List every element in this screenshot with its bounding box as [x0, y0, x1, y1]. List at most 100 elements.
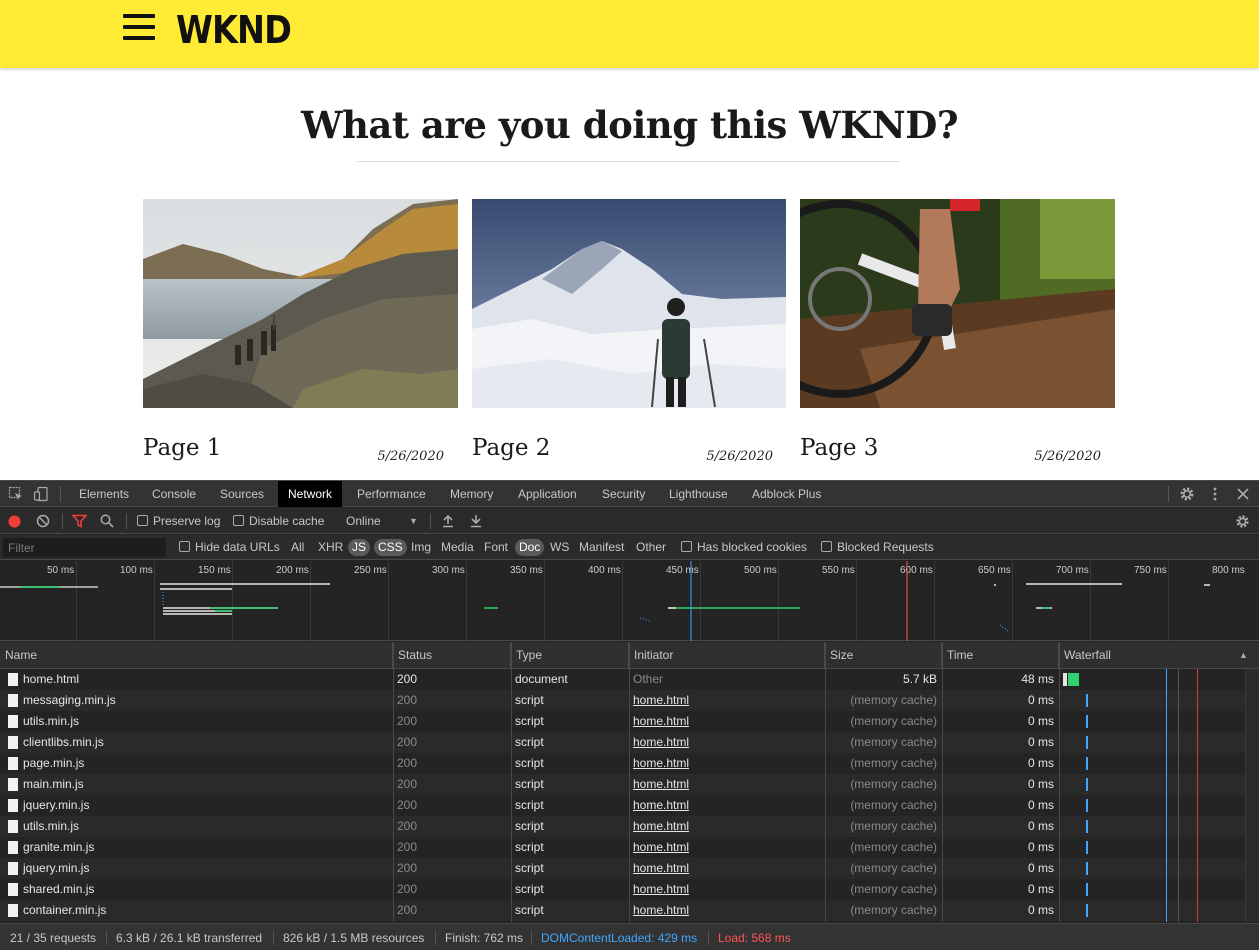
- has-blocked-cookies-checkbox[interactable]: Has blocked cookies: [681, 535, 807, 560]
- file-icon: [8, 841, 18, 854]
- menu-icon[interactable]: [123, 14, 155, 40]
- type-filter-ws[interactable]: WS: [546, 539, 573, 556]
- device-toolbar-icon[interactable]: [33, 486, 49, 502]
- request-name[interactable]: messaging.min.js: [23, 690, 116, 711]
- export-har-icon[interactable]: [470, 514, 482, 528]
- throttling-value: Online: [346, 514, 381, 528]
- column-header-size[interactable]: Size: [825, 642, 942, 669]
- disable-cache-checkbox[interactable]: Disable cache: [233, 508, 324, 534]
- site-logo[interactable]: WKND: [176, 8, 292, 52]
- tab-application[interactable]: Application: [508, 481, 587, 507]
- has-blocked-cookies-label: Has blocked cookies: [697, 540, 808, 554]
- throttling-select[interactable]: Online ▼: [346, 508, 418, 534]
- requests-scrollbar[interactable]: [1245, 669, 1259, 922]
- card-page-2[interactable]: Page 2 5/26/2020: [472, 199, 787, 464]
- request-name[interactable]: utils.min.js: [23, 816, 79, 837]
- file-icon: [8, 904, 18, 917]
- type-filter-font[interactable]: Font: [480, 539, 512, 556]
- request-initiator[interactable]: home.html: [633, 879, 689, 900]
- card-title[interactable]: Page 1: [143, 435, 221, 461]
- card-title[interactable]: Page 3: [800, 435, 878, 461]
- card-page-1[interactable]: Page 1 5/26/2020: [143, 199, 458, 464]
- card-page-3[interactable]: Page 3 5/26/2020: [800, 199, 1115, 464]
- request-name[interactable]: jquery.min.js: [23, 795, 89, 816]
- tab-console[interactable]: Console: [142, 481, 206, 507]
- import-har-icon[interactable]: [442, 514, 454, 528]
- tab-adblock-plus[interactable]: Adblock Plus: [742, 481, 831, 507]
- hide-data-urls-checkbox[interactable]: Hide data URLs: [179, 535, 280, 560]
- search-icon[interactable]: [100, 514, 114, 528]
- devtools-tab-bar: Elements Console Sources Network Perform…: [0, 481, 1259, 507]
- network-settings-gear-icon[interactable]: [1235, 514, 1250, 528]
- request-name[interactable]: shared.min.js: [23, 879, 94, 900]
- resources-size: 826 kB / 1.5 MB resources: [283, 931, 425, 945]
- dom-content-loaded-time: DOMContentLoaded: 429 ms: [541, 931, 698, 945]
- request-name[interactable]: main.min.js: [23, 774, 84, 795]
- filter-funnel-icon[interactable]: [72, 514, 87, 528]
- clear-icon[interactable]: [36, 514, 50, 528]
- tab-network[interactable]: Network: [278, 481, 343, 507]
- waterfall-bar: [1063, 673, 1079, 686]
- type-filter-media[interactable]: Media: [437, 539, 478, 556]
- column-header-status[interactable]: Status: [393, 642, 511, 669]
- tab-memory[interactable]: Memory: [440, 481, 503, 507]
- request-type: script: [515, 777, 544, 791]
- request-initiator[interactable]: home.html: [633, 858, 689, 879]
- network-overview-timeline[interactable]: 50 ms 100 ms 150 ms 200 ms 250 ms 300 ms…: [0, 561, 1259, 641]
- settings-gear-icon[interactable]: [1179, 486, 1195, 502]
- record-icon[interactable]: [8, 515, 21, 528]
- tab-lighthouse[interactable]: Lighthouse: [659, 481, 738, 507]
- request-name[interactable]: jquery.min.js: [23, 858, 89, 879]
- waterfall-bar: [1086, 862, 1088, 875]
- column-header-name[interactable]: Name: [0, 642, 393, 669]
- card-image-mountain-bike[interactable]: [800, 199, 1115, 408]
- request-size: (memory cache): [850, 693, 937, 707]
- wknd-page: WKND What are you doing this WKND? Page …: [0, 0, 1259, 480]
- tab-security[interactable]: Security: [592, 481, 655, 507]
- preserve-log-checkbox[interactable]: Preserve log: [137, 508, 220, 534]
- request-name[interactable]: utils.min.js: [23, 711, 79, 732]
- checkbox-icon: [233, 515, 244, 526]
- request-initiator[interactable]: home.html: [633, 900, 689, 921]
- request-initiator[interactable]: home.html: [633, 753, 689, 774]
- file-icon: [8, 820, 18, 833]
- card-title[interactable]: Page 2: [472, 435, 550, 461]
- waterfall-bar: [1086, 736, 1088, 749]
- tab-sources[interactable]: Sources: [210, 481, 274, 507]
- request-initiator[interactable]: home.html: [633, 795, 689, 816]
- type-filter-img[interactable]: Img: [407, 539, 435, 556]
- type-filter-js[interactable]: JS: [348, 539, 371, 556]
- type-filter-manifest[interactable]: Manifest: [575, 539, 628, 556]
- inspect-element-icon[interactable]: [8, 486, 24, 502]
- request-initiator[interactable]: home.html: [633, 837, 689, 858]
- more-options-icon[interactable]: [1207, 486, 1223, 502]
- column-header-initiator[interactable]: Initiator: [629, 642, 825, 669]
- request-name[interactable]: container.min.js: [23, 900, 106, 921]
- card-image-lake-hikers[interactable]: [143, 199, 458, 408]
- waterfall-bar: [1086, 757, 1088, 770]
- request-initiator[interactable]: home.html: [633, 732, 689, 753]
- file-icon: [8, 673, 18, 686]
- filter-input[interactable]: [3, 538, 166, 557]
- request-initiator[interactable]: home.html: [633, 774, 689, 795]
- tab-performance[interactable]: Performance: [347, 481, 436, 507]
- close-devtools-icon[interactable]: [1235, 486, 1251, 502]
- request-name[interactable]: home.html: [23, 669, 79, 690]
- tab-elements[interactable]: Elements: [69, 481, 139, 507]
- request-initiator[interactable]: home.html: [633, 816, 689, 837]
- type-filter-all[interactable]: All: [287, 539, 308, 556]
- request-name[interactable]: clientlibs.min.js: [23, 732, 104, 753]
- card-image-snow-mountain[interactable]: [472, 199, 787, 408]
- column-header-time[interactable]: Time: [942, 642, 1059, 669]
- column-header-waterfall[interactable]: Waterfall: [1059, 642, 1259, 669]
- type-filter-doc[interactable]: Doc: [515, 539, 545, 556]
- column-header-type[interactable]: Type: [511, 642, 629, 669]
- type-filter-xhr[interactable]: XHR: [314, 539, 347, 556]
- type-filter-css[interactable]: CSS: [374, 539, 407, 556]
- blocked-requests-checkbox[interactable]: Blocked Requests: [821, 535, 934, 560]
- request-initiator[interactable]: home.html: [633, 690, 689, 711]
- type-filter-other[interactable]: Other: [632, 539, 670, 556]
- request-name[interactable]: page.min.js: [23, 753, 84, 774]
- request-name[interactable]: granite.min.js: [23, 837, 94, 858]
- request-initiator[interactable]: home.html: [633, 711, 689, 732]
